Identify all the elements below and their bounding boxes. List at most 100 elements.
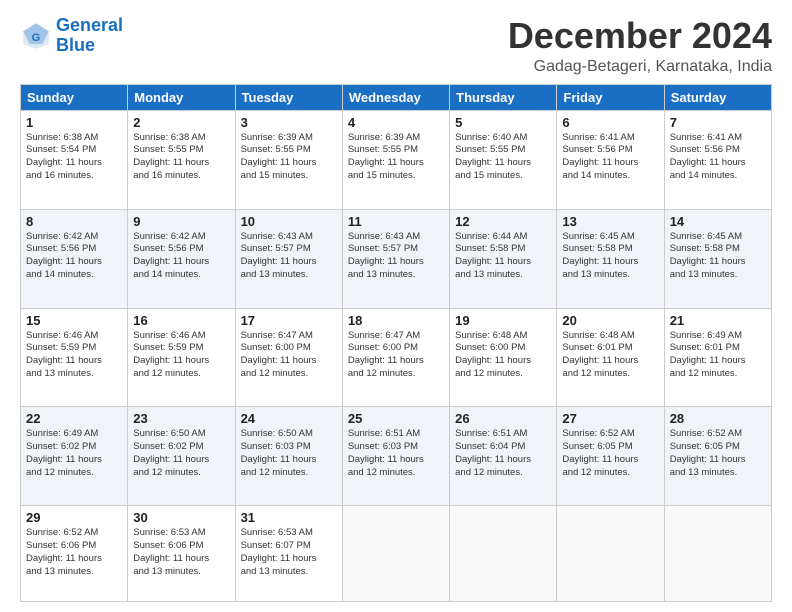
table-row: 23Sunrise: 6:50 AMSunset: 6:02 PMDayligh… — [128, 407, 235, 506]
day-number: 7 — [670, 115, 766, 130]
day-content: Sunrise: 6:45 AMSunset: 5:58 PMDaylight:… — [562, 231, 658, 282]
day-content: Sunrise: 6:46 AMSunset: 5:59 PMDaylight:… — [26, 330, 122, 381]
table-row: 26 Sunrise: 6:51 AMSunset: 6:04 PMDayligh… — [450, 407, 557, 506]
day-content: Sunrise: 6:47 AMSunset: 6:00 PMDaylight:… — [241, 330, 337, 381]
day-number: 10 — [241, 214, 337, 229]
day-content: Sunrise: 6:43 AMSunset: 5:57 PMDaylight:… — [241, 231, 337, 282]
table-row: 22 Sunrise: 6:49 AMSunset: 6:02 PMDayligh… — [21, 407, 128, 506]
logo: G General Blue — [20, 16, 123, 56]
day-number: 31 — [241, 510, 337, 525]
day-number: 24 — [241, 411, 337, 426]
day-number: 30 — [133, 510, 229, 525]
day-content: Sunrise: 6:51 AMSunset: 6:04 PMDaylight:… — [455, 428, 551, 479]
day-content: Sunrise: 6:50 AMSunset: 6:03 PMDaylight:… — [241, 428, 337, 479]
table-row — [450, 506, 557, 602]
day-content: Sunrise: 6:46 AMSunset: 5:59 PMDaylight:… — [133, 330, 229, 381]
calendar-subtitle: Gadag-Betageri, Karnataka, India — [508, 58, 772, 76]
table-row: 16 Sunrise: 6:46 AMSunset: 5:59 PMDayligh… — [128, 308, 235, 407]
day-number: 19 — [455, 313, 551, 328]
col-saturday: Saturday — [664, 84, 771, 110]
day-number: 13 — [562, 214, 658, 229]
day-content: Sunrise: 6:39 AMSunset: 5:55 PMDaylight:… — [348, 132, 444, 183]
table-row — [342, 506, 449, 602]
logo-icon: G — [20, 20, 52, 52]
day-content: Sunrise: 6:52 AMSunset: 6:05 PMDaylight:… — [562, 428, 658, 479]
calendar-title: December 2024 — [508, 16, 772, 56]
table-row: 13 Sunrise: 6:45 AMSunset: 5:58 PMDayligh… — [557, 209, 664, 308]
col-tuesday: Tuesday — [235, 84, 342, 110]
title-block: December 2024 Gadag-Betageri, Karnataka,… — [508, 16, 772, 76]
table-row: 6 Sunrise: 6:41 AMSunset: 5:56 PMDaylight… — [557, 110, 664, 209]
col-monday: Monday — [128, 84, 235, 110]
table-row: 30 Sunrise: 6:53 AMSunset: 6:06 PMDayligh… — [128, 506, 235, 602]
table-row: 24 Sunrise: 6:50 AMSunset: 6:03 PMDayligh… — [235, 407, 342, 506]
table-row: 11Sunrise: 6:43 AMSunset: 5:57 PMDayligh… — [342, 209, 449, 308]
col-friday: Friday — [557, 84, 664, 110]
day-number: 21 — [670, 313, 766, 328]
day-content: Sunrise: 6:53 AMSunset: 6:06 PMDaylight:… — [133, 527, 229, 578]
header-row: Sunday Monday Tuesday Wednesday Thursday… — [21, 84, 772, 110]
table-row: 21 Sunrise: 6:49 AMSunset: 6:01 PMDayligh… — [664, 308, 771, 407]
header: G General Blue December 2024 Gadag-Betag… — [20, 16, 772, 76]
day-content: Sunrise: 6:44 AMSunset: 5:58 PMDaylight:… — [455, 231, 551, 282]
day-number: 14 — [670, 214, 766, 229]
calendar-page: G General Blue December 2024 Gadag-Betag… — [0, 0, 792, 612]
day-number: 9 — [133, 214, 229, 229]
day-number: 8 — [26, 214, 122, 229]
day-number: 28 — [670, 411, 766, 426]
day-content: Sunrise: 6:47 AMSunset: 6:00 PMDaylight:… — [348, 330, 444, 381]
table-row: 27 Sunrise: 6:52 AMSunset: 6:05 PMDayligh… — [557, 407, 664, 506]
calendar-table: Sunday Monday Tuesday Wednesday Thursday… — [20, 84, 772, 602]
day-number: 5 — [455, 115, 551, 130]
day-content: Sunrise: 6:40 AMSunset: 5:55 PMDaylight:… — [455, 132, 551, 183]
day-content: Sunrise: 6:42 AMSunset: 5:56 PMDaylight:… — [133, 231, 229, 282]
table-row: 9 Sunrise: 6:42 AMSunset: 5:56 PMDaylight… — [128, 209, 235, 308]
day-content: Sunrise: 6:45 AMSunset: 5:58 PMDaylight:… — [670, 231, 766, 282]
day-number: 11 — [348, 214, 444, 229]
day-content: Sunrise: 6:48 AMSunset: 6:00 PMDaylight:… — [455, 330, 551, 381]
day-number: 4 — [348, 115, 444, 130]
table-row: 5 Sunrise: 6:40 AMSunset: 5:55 PMDaylight… — [450, 110, 557, 209]
table-row: 8 Sunrise: 6:42 AMSunset: 5:56 PMDaylight… — [21, 209, 128, 308]
day-content: Sunrise: 6:49 AMSunset: 6:02 PMDaylight:… — [26, 428, 122, 479]
day-number: 18 — [348, 313, 444, 328]
table-row: 28 Sunrise: 6:52 AMSunset: 6:05 PMDayligh… — [664, 407, 771, 506]
day-content: Sunrise: 6:53 AMSunset: 6:07 PMDaylight:… — [241, 527, 337, 578]
day-content: Sunrise: 6:51 AMSunset: 6:03 PMDaylight:… — [348, 428, 444, 479]
table-row: 20Sunrise: 6:48 AMSunset: 6:01 PMDayligh… — [557, 308, 664, 407]
table-row: 1Sunrise: 6:38 AMSunset: 5:54 PMDaylight… — [21, 110, 128, 209]
table-row: 12 Sunrise: 6:44 AMSunset: 5:58 PMDayligh… — [450, 209, 557, 308]
day-content: Sunrise: 6:52 AMSunset: 6:05 PMDaylight:… — [670, 428, 766, 479]
day-content: Sunrise: 6:42 AMSunset: 5:56 PMDaylight:… — [26, 231, 122, 282]
day-number: 3 — [241, 115, 337, 130]
day-content: Sunrise: 6:41 AMSunset: 5:56 PMDaylight:… — [562, 132, 658, 183]
day-number: 29 — [26, 510, 122, 525]
day-content: Sunrise: 6:41 AMSunset: 5:56 PMDaylight:… — [670, 132, 766, 183]
logo-text: General Blue — [56, 16, 123, 56]
day-content: Sunrise: 6:52 AMSunset: 6:06 PMDaylight:… — [26, 527, 122, 578]
table-row: 31 Sunrise: 6:53 AMSunset: 6:07 PMDayligh… — [235, 506, 342, 602]
day-content: Sunrise: 6:48 AMSunset: 6:01 PMDaylight:… — [562, 330, 658, 381]
table-row: 7 Sunrise: 6:41 AMSunset: 5:56 PMDaylight… — [664, 110, 771, 209]
day-number: 15 — [26, 313, 122, 328]
day-number: 22 — [26, 411, 122, 426]
day-number: 16 — [133, 313, 229, 328]
table-row: 17Sunrise: 6:47 AMSunset: 6:00 PMDayligh… — [235, 308, 342, 407]
day-number: 27 — [562, 411, 658, 426]
table-row: 19 Sunrise: 6:48 AMSunset: 6:00 PMDayligh… — [450, 308, 557, 407]
day-content: Sunrise: 6:49 AMSunset: 6:01 PMDaylight:… — [670, 330, 766, 381]
col-wednesday: Wednesday — [342, 84, 449, 110]
day-content: Sunrise: 6:50 AMSunset: 6:02 PMDaylight:… — [133, 428, 229, 479]
table-row: 3 Sunrise: 6:39 AMSunset: 5:55 PMDaylight… — [235, 110, 342, 209]
table-row: 25Sunrise: 6:51 AMSunset: 6:03 PMDayligh… — [342, 407, 449, 506]
day-number: 6 — [562, 115, 658, 130]
table-row: 29 Sunrise: 6:52 AMSunset: 6:06 PMDayligh… — [21, 506, 128, 602]
day-content: Sunrise: 6:39 AMSunset: 5:55 PMDaylight:… — [241, 132, 337, 183]
day-number: 1 — [26, 115, 122, 130]
day-number: 26 — [455, 411, 551, 426]
day-number: 12 — [455, 214, 551, 229]
svg-text:G: G — [32, 32, 41, 44]
table-row: 4 Sunrise: 6:39 AMSunset: 5:55 PMDaylight… — [342, 110, 449, 209]
table-row — [557, 506, 664, 602]
table-row: 18 Sunrise: 6:47 AMSunset: 6:00 PMDayligh… — [342, 308, 449, 407]
